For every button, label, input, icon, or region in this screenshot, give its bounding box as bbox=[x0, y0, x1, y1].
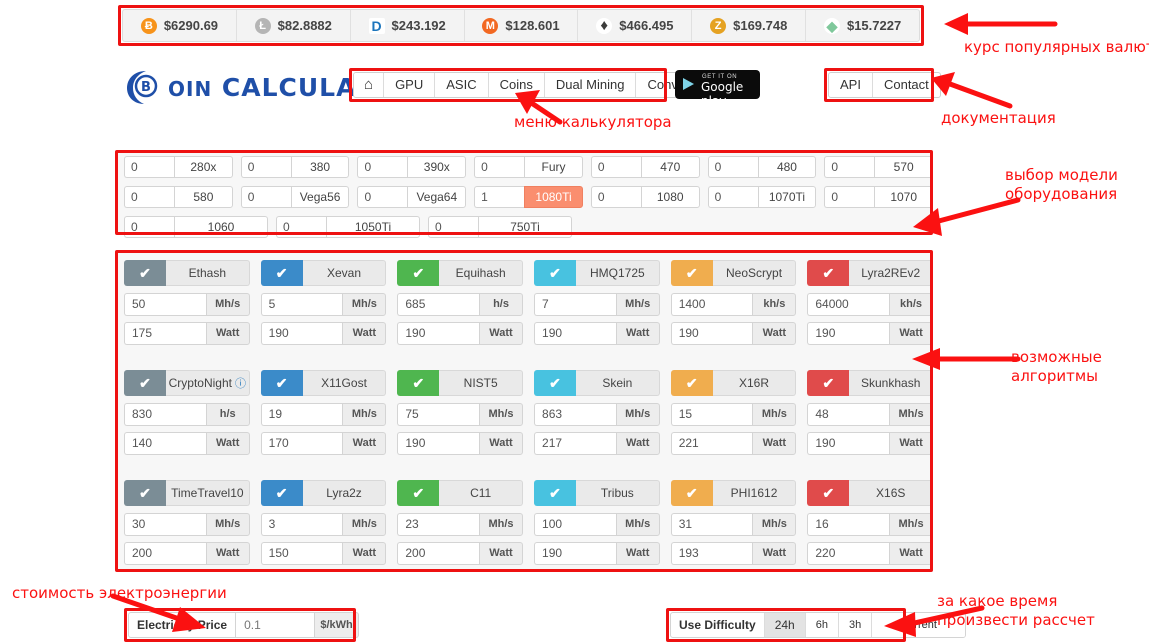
annotation-text-menu: меню калькулятора bbox=[514, 113, 672, 131]
annotation-text-docs: документация bbox=[941, 109, 1056, 127]
annotation-text-electricity: стоимость электроэнергии bbox=[12, 584, 227, 602]
annotation-text-hardware: выбор модели оборудования bbox=[1005, 166, 1118, 203]
annotation-text-algorithms: возможные алгоритмы bbox=[1011, 348, 1102, 385]
annotation-text-rates: курс популярных валют bbox=[964, 38, 1149, 56]
annotation-text-period: за какое время произвести рассчет bbox=[937, 592, 1095, 629]
annotation-arrows bbox=[110, 13, 1058, 637]
